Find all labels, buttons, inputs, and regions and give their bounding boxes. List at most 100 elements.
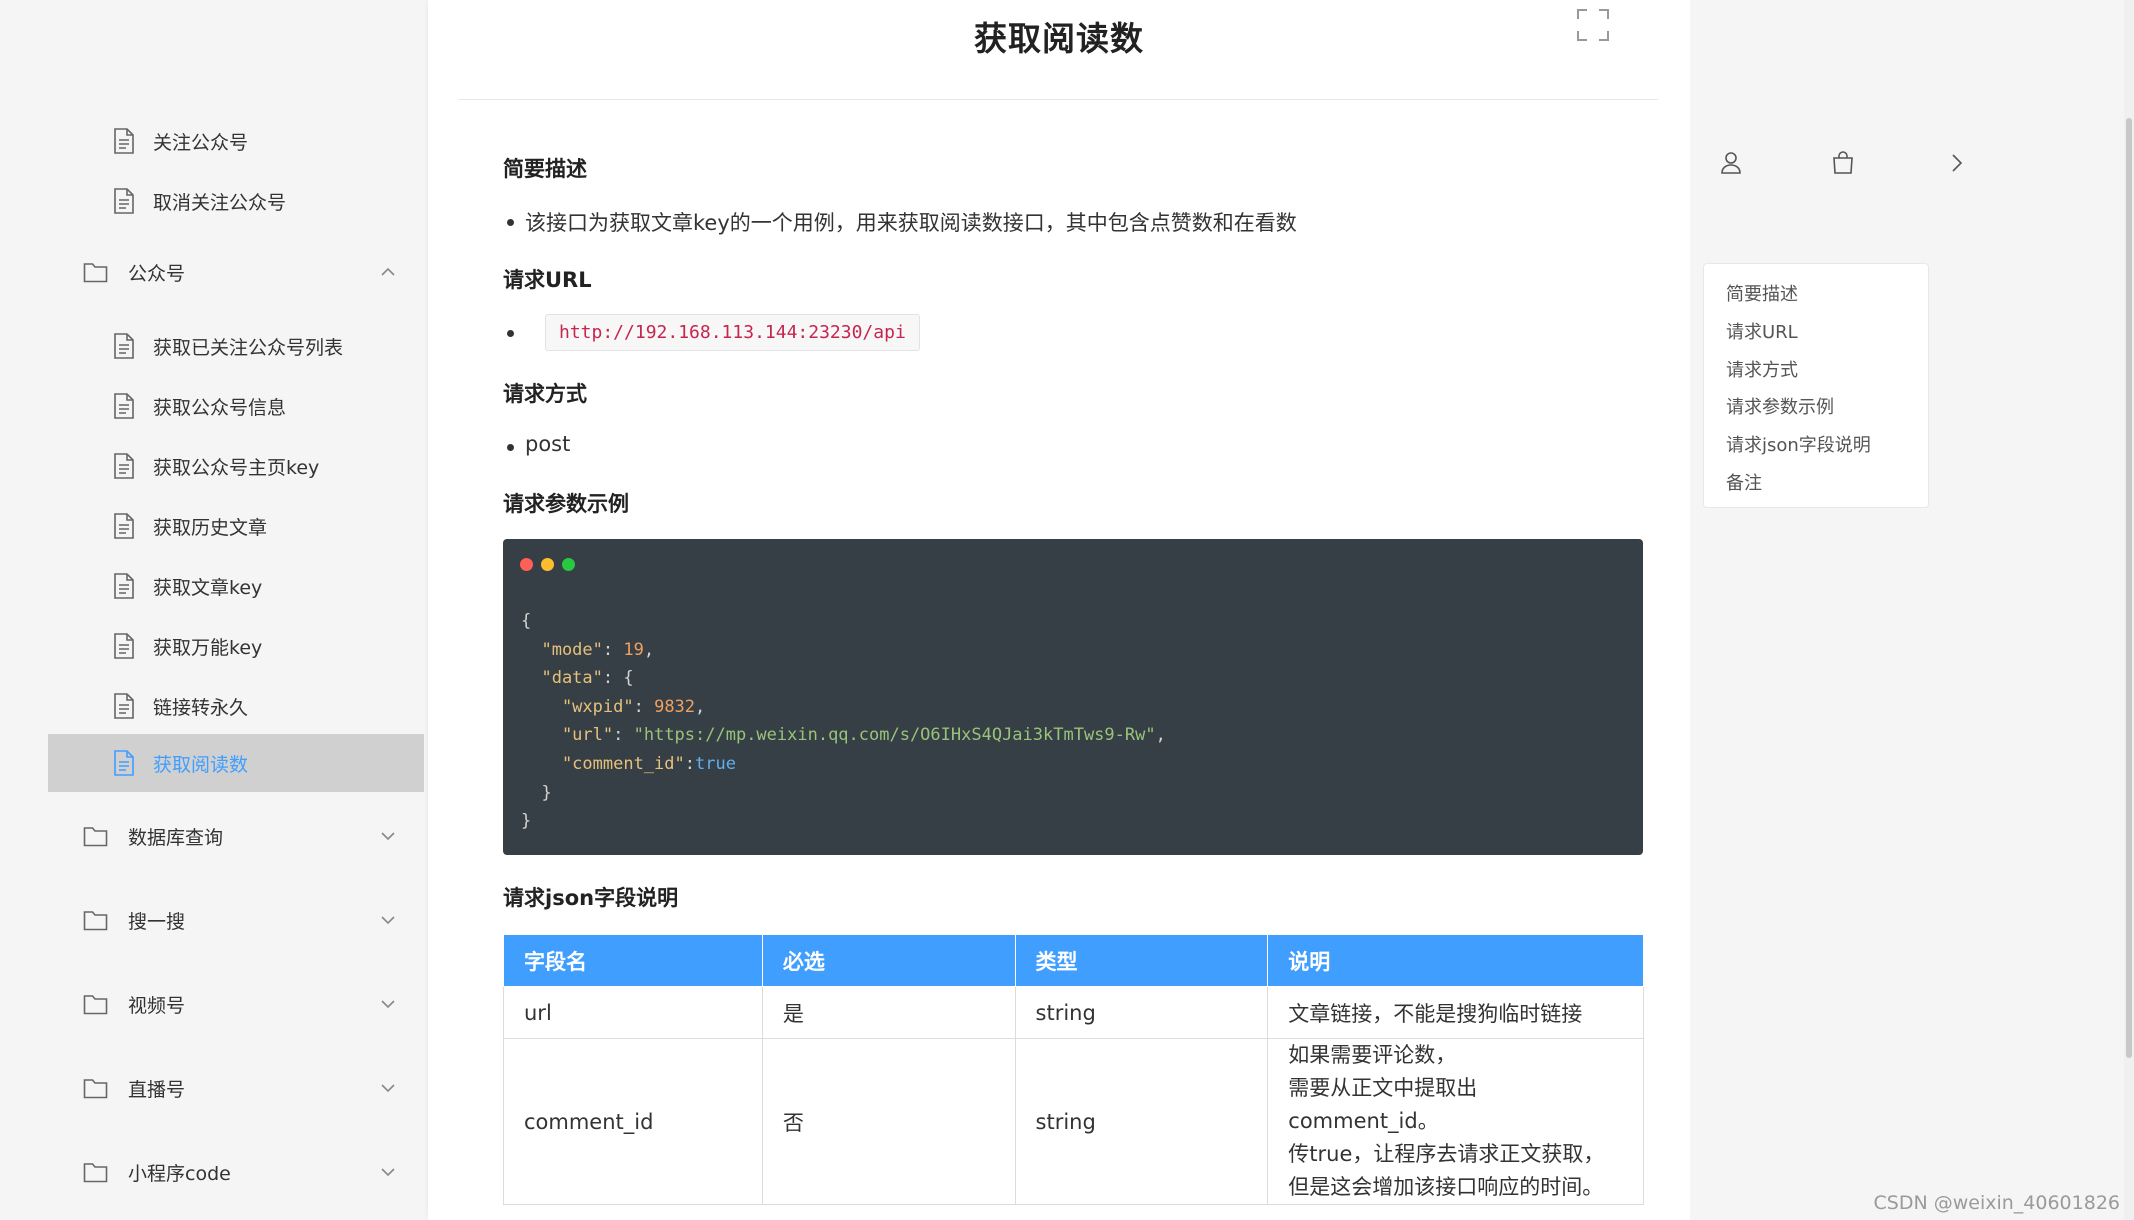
description-line: 需要从正文中提取出comment_id。 <box>1288 1076 1478 1133</box>
nav-item-label: 关注公众号 <box>153 131 249 154</box>
description-line: 但是这会增加该接口响应的时间。 <box>1288 1175 1604 1199</box>
table-of-contents: 简要描述 请求URL 请求方式 请求参数示例 请求json字段说明 备注 <box>1703 263 1929 508</box>
document-icon <box>114 453 134 479</box>
nav-item-history-articles[interactable]: 获取历史文章 <box>113 506 267 546</box>
code-line: "comment_id":true <box>521 753 736 774</box>
nav-item-followed-list[interactable]: 获取已关注公众号列表 <box>113 326 343 366</box>
scrollbar-track[interactable] <box>2124 0 2134 1220</box>
section-heading-url: 请求URL <box>503 268 592 292</box>
request-url-code: http://192.168.113.144:23230/api <box>545 314 920 351</box>
nav-item-label: 取消关注公众号 <box>153 191 287 214</box>
window-close-dot <box>520 558 533 571</box>
toc-item-json-fields[interactable]: 请求json字段说明 <box>1726 427 1928 465</box>
cell-description: 如果需要评论数， 需要从正文中提取出comment_id。 传true，让程序去… <box>1267 1038 1644 1205</box>
nav-item-account-info[interactable]: 获取公众号信息 <box>113 386 286 426</box>
chevron-down-icon <box>381 1084 395 1093</box>
table-row: url 是 string 文章链接，不能是搜狗临时链接 <box>503 986 1644 1039</box>
toc-item-method[interactable]: 请求方式 <box>1726 352 1928 390</box>
folder-label: 搜一搜 <box>128 910 186 933</box>
window-maximize-dot <box>562 558 575 571</box>
document-icon <box>114 750 134 776</box>
fullscreen-icon[interactable] <box>1576 8 1610 42</box>
section-heading-method: 请求方式 <box>503 382 587 406</box>
folder-icon <box>83 827 108 847</box>
nav-folder-live-account[interactable]: 直播号 <box>83 1068 398 1108</box>
toc-item-notes[interactable]: 备注 <box>1726 465 1928 503</box>
nav-folder-official-account[interactable]: 公众号 <box>83 252 398 292</box>
code-lines: { "mode": 19, "data": { "wxpid": 9832, "… <box>521 607 1166 836</box>
cell-required: 是 <box>761 986 1016 1039</box>
toc-item-url[interactable]: 请求URL <box>1726 314 1928 352</box>
nav-folder-miniprogram-code[interactable]: 小程序code <box>83 1152 398 1192</box>
section-heading-params: 请求参数示例 <box>503 492 629 516</box>
nav-item-label: 获取公众号信息 <box>153 396 287 419</box>
user-icon[interactable] <box>1718 150 1744 176</box>
document-icon <box>114 633 134 659</box>
code-line: "url": "https://mp.weixin.qq.com/s/O6IHx… <box>521 725 1166 746</box>
toc-item-params[interactable]: 请求参数示例 <box>1726 389 1928 427</box>
cell-type: string <box>1014 986 1269 1039</box>
cell-field: url <box>503 986 763 1039</box>
code-line: "wxpid": 9832, <box>521 696 706 717</box>
description-text: 该接口为获取文章key的一个用例，用来获取阅读数接口，其中包含点赞数和在看数 <box>507 207 1297 237</box>
document-icon <box>114 513 134 539</box>
cell-type: string <box>1014 1038 1269 1205</box>
nav-item-label: 获取万能key <box>153 636 263 659</box>
column-header-field-name: 字段名 <box>503 934 763 987</box>
bag-icon[interactable] <box>1830 150 1856 176</box>
nav-item-label: 获取历史文章 <box>153 516 268 539</box>
code-line: { <box>521 611 532 631</box>
nav-item-label: 获取公众号主页key <box>153 456 320 479</box>
chevron-down-icon <box>381 832 395 841</box>
section-heading-json-fields: 请求json字段说明 <box>503 886 679 910</box>
document-icon <box>114 573 134 599</box>
toc-item-description[interactable]: 简要描述 <box>1726 276 1928 314</box>
folder-label: 直播号 <box>128 1078 186 1101</box>
folder-label: 数据库查询 <box>128 826 224 849</box>
code-block: { "mode": 19, "data": { "wxpid": 9832, "… <box>503 539 1643 855</box>
document-icon <box>114 393 134 419</box>
folder-label: 视频号 <box>128 994 186 1017</box>
nav-item-label: 链接转永久 <box>153 696 249 719</box>
chevron-right-icon[interactable] <box>1943 150 1969 176</box>
document-icon <box>114 333 134 359</box>
url-bullet <box>507 318 526 346</box>
nav-item-follow-account[interactable]: 关注公众号 <box>113 121 248 161</box>
title-divider <box>458 99 1658 100</box>
nav-item-article-key[interactable]: 获取文章key <box>113 566 262 606</box>
nav-item-universal-key[interactable]: 获取万能key <box>113 626 262 666</box>
folder-icon <box>83 1163 108 1183</box>
window-minimize-dot <box>541 558 554 571</box>
cell-required: 否 <box>761 1038 1016 1205</box>
nav-folder-search[interactable]: 搜一搜 <box>83 900 398 940</box>
folder-icon <box>83 995 108 1015</box>
code-line: "mode": 19, <box>521 639 655 660</box>
document-icon <box>114 128 134 154</box>
folder-label: 小程序code <box>128 1162 231 1185</box>
column-header-type: 类型 <box>1014 934 1269 987</box>
chevron-down-icon <box>381 1168 395 1177</box>
nav-item-permanent-link[interactable]: 链接转永久 <box>113 686 248 726</box>
folder-label: 公众号 <box>128 262 186 285</box>
table-row: comment_id 否 string 如果需要评论数， 需要从正文中提取出co… <box>503 1038 1644 1205</box>
document-icon <box>114 693 134 719</box>
nav-item-unfollow-account[interactable]: 取消关注公众号 <box>113 181 286 221</box>
right-panel: 简要描述 请求URL 请求方式 请求参数示例 请求json字段说明 备注 CSD… <box>1690 0 2134 1220</box>
scrollbar-thumb[interactable] <box>2126 118 2132 1058</box>
section-heading-description: 简要描述 <box>503 157 587 181</box>
column-header-description: 说明 <box>1267 934 1644 987</box>
code-line: "data": { <box>521 668 634 689</box>
chevron-down-icon <box>381 1000 395 1009</box>
description-line: 传true，让程序去请求正文获取， <box>1288 1142 1605 1166</box>
nav-item-read-count[interactable]: 获取阅读数 <box>48 734 424 792</box>
nav-item-label: 获取已关注公众号列表 <box>153 336 344 359</box>
column-header-required: 必选 <box>761 934 1016 987</box>
chevron-down-icon <box>381 916 395 925</box>
main-content: 获取阅读数 简要描述 该接口为获取文章key的一个用例，用来获取阅读数接口，其中… <box>428 0 1690 1220</box>
document-icon <box>114 188 134 214</box>
nav-folder-video-account[interactable]: 视频号 <box>83 984 398 1024</box>
fields-table: 字段名 必选 类型 说明 url 是 string 文章链接，不能是搜狗临时链接… <box>503 934 1644 1205</box>
nav-item-homepage-key[interactable]: 获取公众号主页key <box>113 446 319 486</box>
nav-folder-database-query[interactable]: 数据库查询 <box>83 816 398 856</box>
folder-icon <box>83 1079 108 1099</box>
